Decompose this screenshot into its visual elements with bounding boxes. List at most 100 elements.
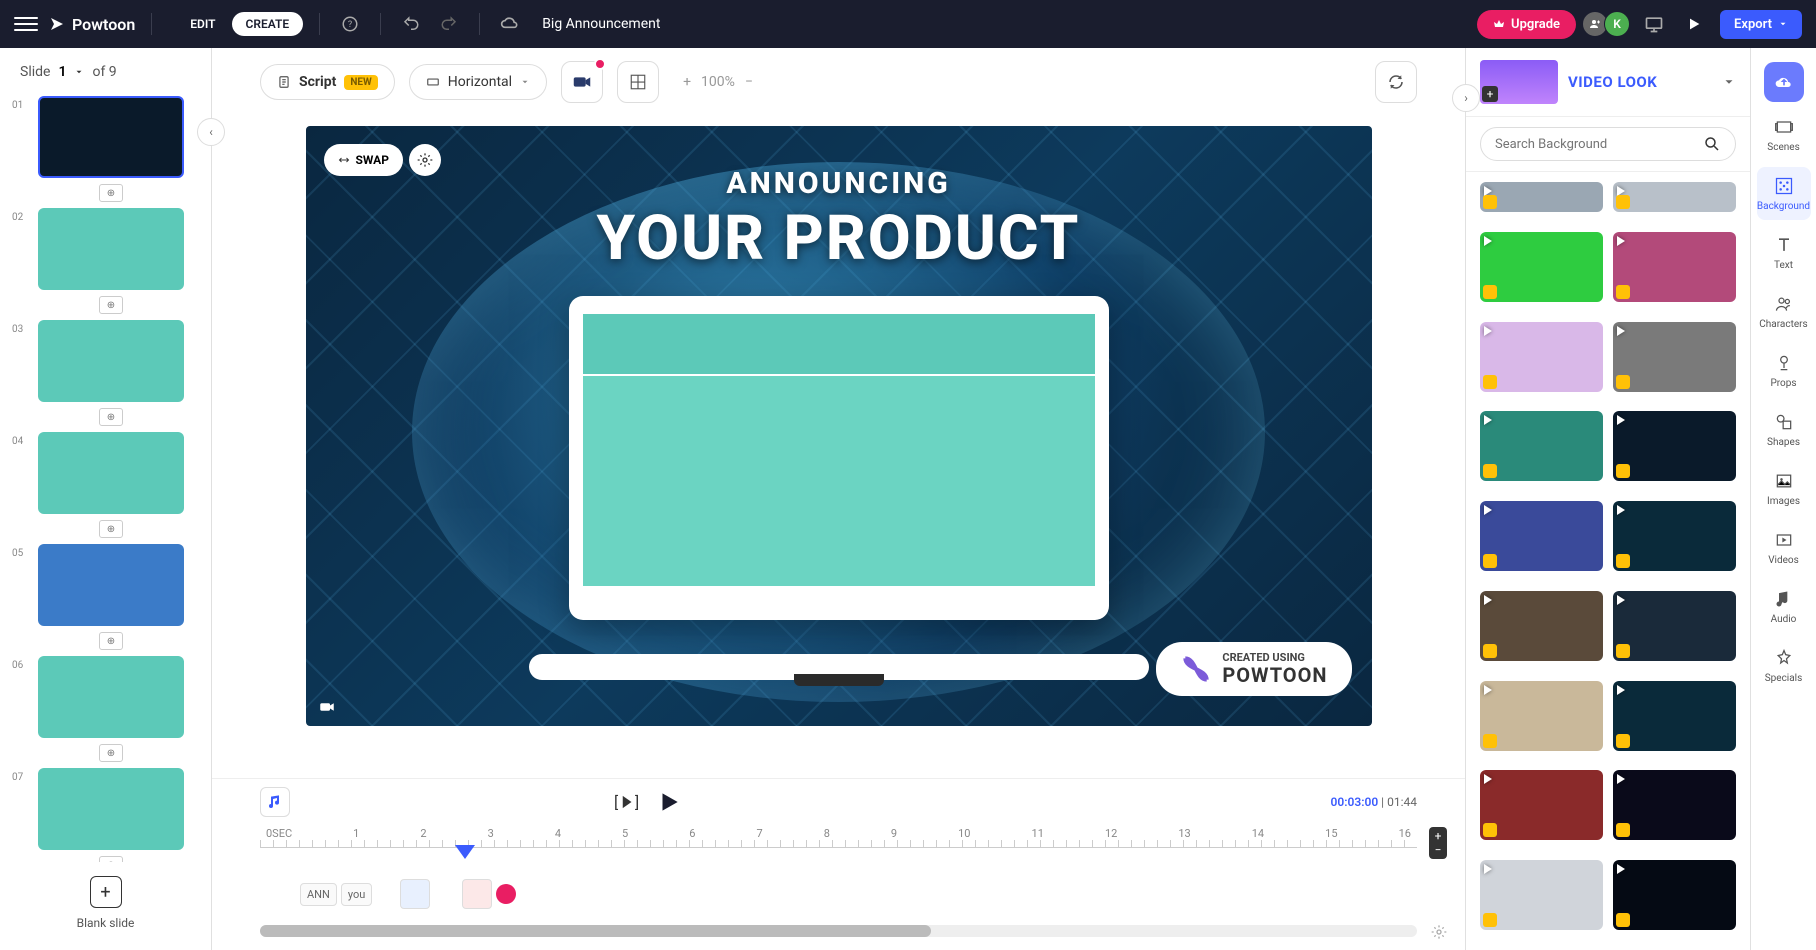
browser-card-element[interactable] <box>569 296 1109 620</box>
cloud-save-icon[interactable] <box>496 10 524 38</box>
duplicate-slide-button[interactable]: ⊕ <box>99 632 123 650</box>
library-item[interactable] <box>1480 770 1603 840</box>
upgrade-button[interactable]: Upgrade <box>1477 10 1576 39</box>
stage[interactable]: SWAP ANNOUNCING YOUR PRODUCT <box>306 126 1372 726</box>
library-item[interactable] <box>1613 860 1736 930</box>
zoom-in-button[interactable]: + <box>683 74 691 90</box>
cloud-upload-icon <box>1774 72 1794 92</box>
chevron-down-icon[interactable] <box>74 67 84 77</box>
export-button[interactable]: Export <box>1720 10 1802 39</box>
timeline-clip[interactable] <box>400 879 430 909</box>
timeline-item-ann[interactable]: ANN <box>300 883 337 906</box>
library-item[interactable] <box>1613 770 1736 840</box>
project-title[interactable]: Big Announcement <box>542 16 660 32</box>
grid-button[interactable] <box>617 61 659 103</box>
library-item[interactable] <box>1613 322 1736 392</box>
edit-mode-button[interactable]: EDIT <box>176 12 229 36</box>
collapse-panel-button[interactable]: ‹ <box>197 118 225 146</box>
library-item[interactable] <box>1480 232 1603 302</box>
orientation-button[interactable]: Horizontal <box>409 64 547 100</box>
rail-text[interactable]: Text <box>1757 226 1811 279</box>
library-item[interactable] <box>1613 182 1736 212</box>
duplicate-slide-button[interactable]: ⊕ <box>99 520 123 538</box>
library-item[interactable] <box>1613 591 1736 661</box>
present-icon[interactable] <box>1640 10 1668 38</box>
timeline-zoom-control[interactable]: +− <box>1429 827 1447 859</box>
library-item[interactable] <box>1613 232 1736 302</box>
slide-thumb-2[interactable] <box>38 208 184 290</box>
duplicate-slide-button[interactable]: ⊕ <box>99 184 123 202</box>
duplicate-slide-button[interactable]: ⊕ <box>99 296 123 314</box>
slide-thumb-5[interactable] <box>38 544 184 626</box>
library-item[interactable] <box>1613 681 1736 751</box>
rail-images[interactable]: Images <box>1757 462 1811 515</box>
timeline-marker[interactable] <box>496 884 516 904</box>
search-icon[interactable] <box>1703 135 1721 153</box>
audio-track-button[interactable] <box>260 787 290 817</box>
camera-overlay-icon[interactable] <box>318 698 336 716</box>
timeline-settings-button[interactable] <box>1431 924 1447 940</box>
library-item[interactable] <box>1480 501 1603 571</box>
slide-thumb-7[interactable] <box>38 768 184 850</box>
library-item[interactable] <box>1613 501 1736 571</box>
look-thumbnail[interactable]: + <box>1480 60 1558 104</box>
record-video-button[interactable] <box>561 61 603 103</box>
avatar-group[interactable]: K <box>1586 11 1630 37</box>
help-icon[interactable]: ? <box>336 10 364 38</box>
add-blank-slide-button[interactable]: + <box>90 876 122 908</box>
preview-play-button[interactable] <box>1678 8 1710 40</box>
slide-thumb-1[interactable] <box>38 96 184 178</box>
library-item[interactable] <box>1480 860 1603 930</box>
slide-thumb-4[interactable] <box>38 432 184 514</box>
stage-title-announcing[interactable]: ANNOUNCING <box>306 166 1372 201</box>
stage-settings-button[interactable] <box>409 144 441 176</box>
stage-wrap: SWAP ANNOUNCING YOUR PRODUCT <box>212 116 1465 778</box>
slide-thumb-3[interactable] <box>38 320 184 402</box>
duplicate-slide-button[interactable]: ⊕ <box>99 408 123 426</box>
upload-button[interactable] <box>1764 62 1804 102</box>
swap-button[interactable]: SWAP <box>324 144 403 176</box>
playhead[interactable] <box>455 845 475 859</box>
rail-shapes[interactable]: Shapes <box>1757 403 1811 456</box>
user-avatar[interactable]: K <box>1604 11 1630 37</box>
rail-specials[interactable]: Specials <box>1757 639 1811 692</box>
library-item[interactable] <box>1480 591 1603 661</box>
undo-button[interactable] <box>397 10 425 38</box>
rail-characters[interactable]: Characters <box>1757 285 1811 338</box>
timeline-ruler[interactable]: 0SEC 1 2 3 4 5 6 7 8 9 10 11 12 13 14 15 <box>260 827 1417 863</box>
zoom-out-button[interactable]: − <box>745 74 753 90</box>
timeline-scrollbar[interactable] <box>260 925 1417 937</box>
collapse-library-button[interactable]: › <box>1452 84 1480 112</box>
search-input[interactable] <box>1495 137 1695 152</box>
library-item[interactable] <box>1480 681 1603 751</box>
rail-background[interactable]: Background <box>1757 167 1811 220</box>
timeline-clip[interactable] <box>462 879 492 909</box>
duplicate-slide-button[interactable]: ⊕ <box>99 744 123 762</box>
play-button[interactable] <box>656 789 682 815</box>
rail-audio[interactable]: Audio <box>1757 580 1811 633</box>
scrollbar-thumb[interactable] <box>260 925 931 937</box>
chevron-down-icon[interactable] <box>1722 75 1736 89</box>
script-button[interactable]: Script NEW <box>260 64 395 100</box>
zoom-value[interactable]: 100% <box>701 74 735 90</box>
slide-current[interactable]: 1 <box>58 64 66 80</box>
library-item[interactable] <box>1613 411 1736 481</box>
rail-videos[interactable]: Videos <box>1757 521 1811 574</box>
watermark[interactable]: CREATED USING POWTOON <box>1156 642 1351 696</box>
rail-scenes[interactable]: Scenes <box>1757 108 1811 161</box>
search-box[interactable] <box>1480 127 1736 161</box>
play-overlay-icon <box>1484 864 1492 874</box>
rail-props[interactable]: Props <box>1757 344 1811 397</box>
redo-button[interactable] <box>435 10 463 38</box>
library-item[interactable] <box>1480 182 1603 212</box>
play-range-button[interactable]: [] <box>614 791 642 813</box>
brand-logo[interactable]: Powtoon <box>48 15 135 34</box>
hamburger-icon[interactable] <box>14 12 38 36</box>
slide-thumb-6[interactable] <box>38 656 184 738</box>
library-item[interactable] <box>1480 411 1603 481</box>
stage-title-product[interactable]: YOUR PRODUCT <box>306 202 1372 275</box>
library-item[interactable] <box>1480 322 1603 392</box>
timeline-item-you[interactable]: you <box>341 883 372 906</box>
refresh-button[interactable] <box>1375 61 1417 103</box>
create-mode-button[interactable]: CREATE <box>232 12 304 36</box>
